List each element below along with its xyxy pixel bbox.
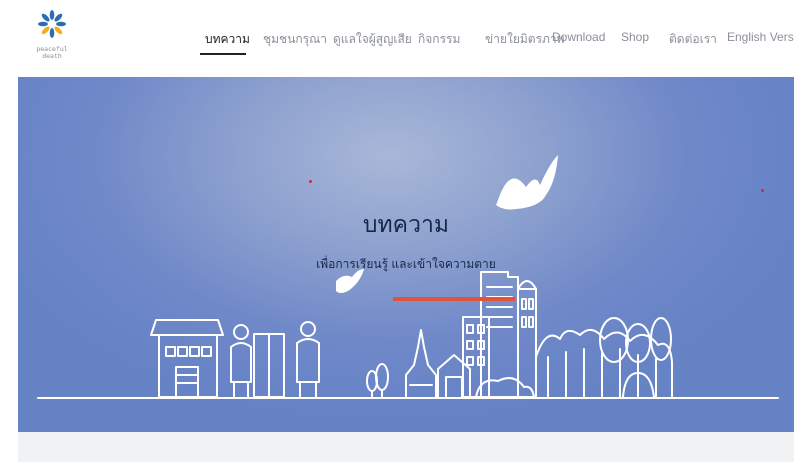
nav-item-compassion-community[interactable]: ชุมชนกรุณา	[263, 30, 327, 49]
red-dot-decoration	[309, 180, 312, 183]
nav-active-underline	[200, 53, 246, 55]
red-dot-decoration	[761, 189, 764, 192]
nav-item-download[interactable]: Download	[552, 30, 605, 44]
content-area	[18, 432, 794, 462]
nav-item-articles[interactable]: บทความ	[205, 30, 250, 49]
nav-item-grief-care[interactable]: ดูแลใจผู้สูญเสีย	[333, 30, 412, 49]
logo-text-line2: death	[42, 52, 62, 60]
nav-item-activities[interactable]: กิจกรรม	[418, 30, 460, 49]
site-logo[interactable]: peaceful death	[30, 8, 74, 68]
site-header: peaceful death บทความ ชุมชนกรุณา ดูแลใจผ…	[0, 0, 794, 76]
nav-item-shop[interactable]: Shop	[621, 30, 649, 44]
nav-item-english-version[interactable]: English Version	[727, 30, 794, 44]
hero-title: บทความ	[362, 211, 450, 237]
dove-large-icon	[496, 155, 558, 210]
logo-text: peaceful death	[30, 46, 74, 60]
flower-logo-icon	[38, 10, 66, 38]
hero-subtitle: เพื่อการเรียนรู้ และเข้าใจความตาย	[316, 257, 496, 271]
hero-banner: บทความ เพื่อการเรียนรู้ และเข้าใจความตาย	[18, 77, 794, 432]
nav-item-contact[interactable]: ติดต่อเรา	[669, 30, 717, 49]
